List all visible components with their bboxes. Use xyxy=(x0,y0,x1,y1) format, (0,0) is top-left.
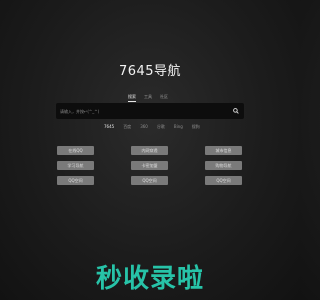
link-button-qq-space-1[interactable]: QQ空间 xyxy=(57,176,94,185)
site-title: 7645导航 xyxy=(118,64,182,79)
search-input[interactable] xyxy=(60,106,232,116)
link-button-shopping-nav[interactable]: 购物导航 xyxy=(205,161,242,170)
engine-sogou[interactable]: 搜狗 xyxy=(192,124,200,130)
tab-tools[interactable]: 工具 xyxy=(144,94,152,102)
link-button-city-info[interactable]: 城市信息 xyxy=(205,146,242,155)
engine-list: 7645 百度 360 谷歌 Bing 搜狗 xyxy=(104,124,200,130)
search-tabs: 搜索 工具 社区 xyxy=(128,94,168,102)
link-button-tunnel[interactable]: 内网穿透 xyxy=(131,146,168,155)
tab-search[interactable]: 搜索 xyxy=(128,94,136,102)
link-button-online-qq[interactable]: 在线QQ xyxy=(57,146,94,155)
engine-7645[interactable]: 7645 xyxy=(104,124,114,130)
brand-logo-text[interactable]: 秒收录啦 xyxy=(0,258,300,295)
link-button-study-nav[interactable]: 学习导航 xyxy=(57,161,94,170)
engine-360[interactable]: 360 xyxy=(140,124,148,130)
page: 7645导航 搜索 工具 社区 7645 百度 360 谷歌 Bing 搜狗 在… xyxy=(0,0,300,300)
search-icon[interactable] xyxy=(232,107,240,115)
engine-bing[interactable]: Bing xyxy=(174,124,183,130)
engine-google[interactable]: 谷歌 xyxy=(157,124,165,130)
search-box xyxy=(56,103,244,119)
link-grid: 在线QQ 内网穿透 城市信息 学习导航 卡密加盟 购物导航 QQ空间 QQ空间 … xyxy=(57,146,243,185)
link-button-card-key[interactable]: 卡密加盟 xyxy=(131,161,168,170)
link-button-qq-space-2[interactable]: QQ空间 xyxy=(131,176,168,185)
engine-baidu[interactable]: 百度 xyxy=(123,124,131,130)
link-button-qq-space-3[interactable]: QQ空间 xyxy=(205,176,242,185)
tab-community[interactable]: 社区 xyxy=(160,94,168,102)
